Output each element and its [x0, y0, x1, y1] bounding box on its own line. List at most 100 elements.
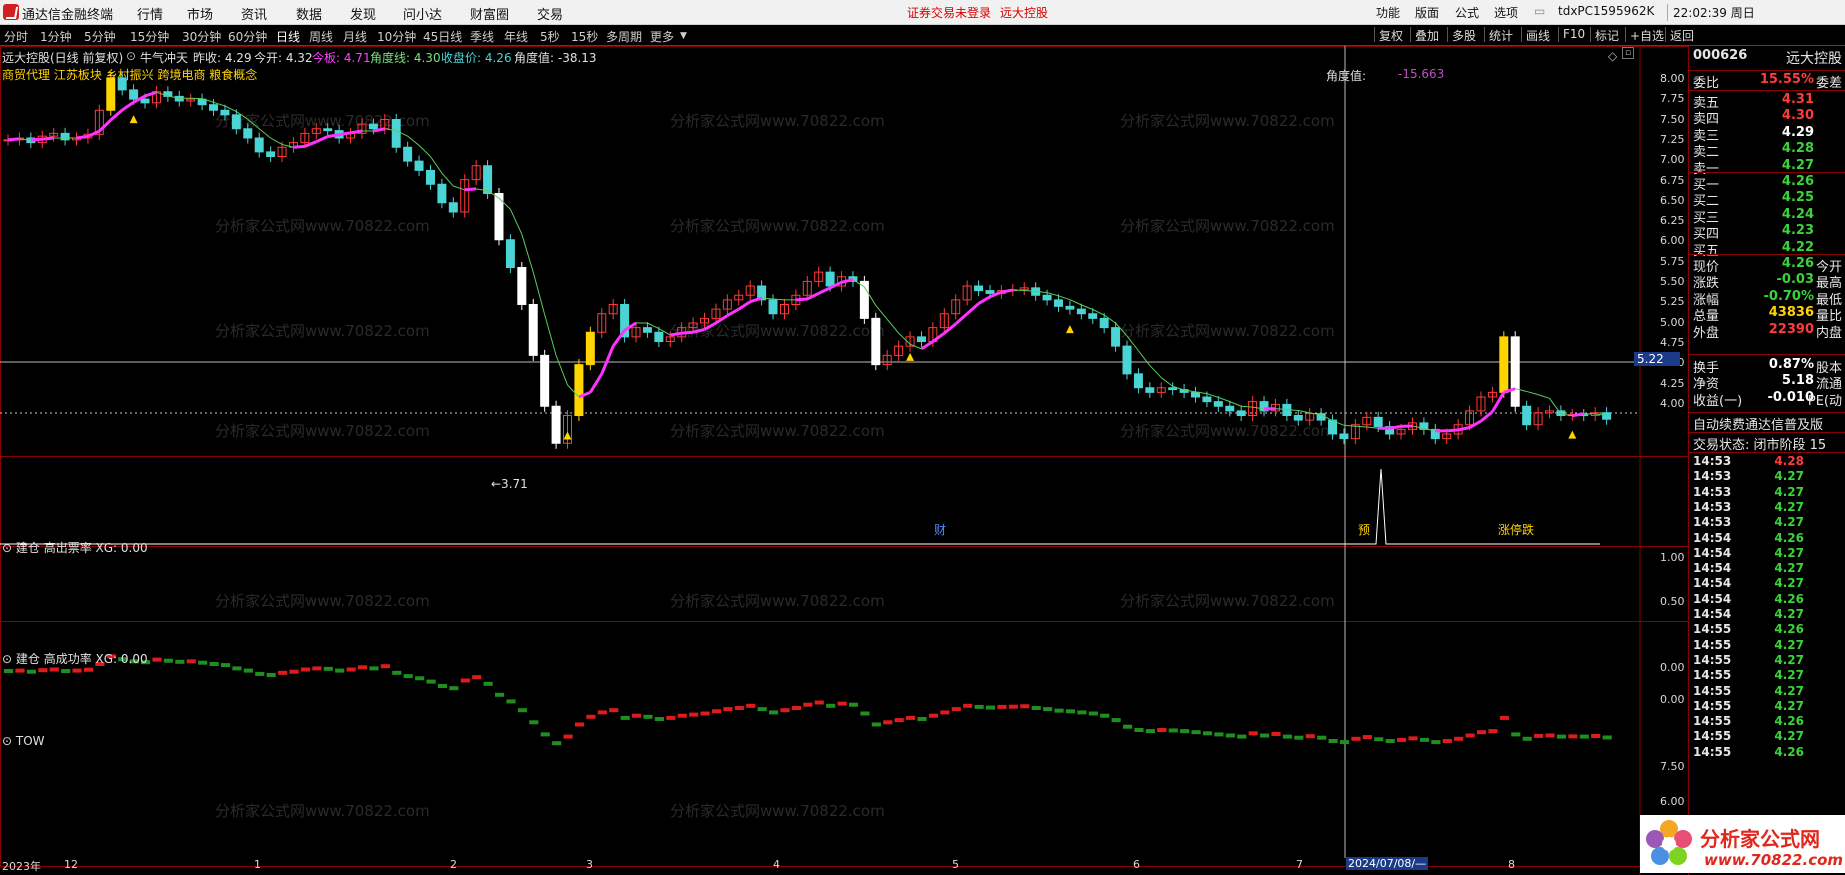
tow-bar: [1397, 737, 1407, 742]
angle-line-segment: [1491, 391, 1506, 413]
menu-faxian[interactable]: 发现: [350, 4, 376, 23]
tow-bar: [1191, 730, 1201, 735]
angle-line-segment: [1241, 405, 1253, 408]
tow-bar: [1568, 734, 1578, 739]
draw-line-button[interactable]: 画线: [1521, 27, 1550, 43]
angle-line-segment: [954, 312, 969, 326]
tow-bar: [392, 670, 402, 675]
main-y-tick: 6.25: [1660, 214, 1685, 228]
tow-bar: [278, 670, 288, 675]
tow-bar: [1374, 737, 1384, 742]
period-multi[interactable]: 多周期: [606, 28, 642, 45]
period-day[interactable]: 日线: [276, 28, 300, 45]
tick-time: 14:55: [1693, 652, 1732, 667]
period-week[interactable]: 周线: [309, 28, 333, 45]
panel4-toggle-icon[interactable]: ⊙: [2, 734, 16, 748]
angle-line-segment: [87, 129, 100, 138]
period-5min[interactable]: 5分钟: [84, 28, 116, 45]
candle-body: [517, 267, 527, 305]
f10-button[interactable]: F10: [1558, 27, 1585, 42]
fuquan-button[interactable]: 复权: [1374, 27, 1403, 43]
panel2-toggle-icon[interactable]: ⊙: [2, 541, 16, 555]
angle-line-segment: [1298, 410, 1310, 414]
tow-bar: [232, 666, 242, 671]
event-marker-cai[interactable]: 财: [934, 521, 946, 538]
period-15min[interactable]: 15分钟: [130, 28, 169, 45]
menu-banmian[interactable]: 版面: [1415, 4, 1439, 21]
more-dropdown-icon[interactable]: ▼: [680, 31, 687, 41]
back-button[interactable]: 返回: [1665, 27, 1694, 43]
menu-gongshi[interactable]: 公式: [1455, 4, 1479, 21]
login-warning[interactable]: 证券交易未登录: [907, 4, 991, 21]
kline-chart[interactable]: [0, 46, 1688, 875]
quote-stat-row: 总量 43836 量比: [1689, 305, 1845, 324]
notice-row[interactable]: 自动续费通达信普及版: [1689, 414, 1845, 433]
tick-price: 4.26: [1774, 622, 1804, 637]
menu-jiaoyi[interactable]: 交易: [537, 4, 563, 23]
tow-bar: [1043, 707, 1053, 712]
panel4-title[interactable]: ⊙ TOW: [2, 734, 45, 748]
period-more[interactable]: 更多: [650, 28, 674, 45]
tow-bar: [1511, 732, 1521, 737]
tick-time: 14:54: [1693, 561, 1732, 576]
period-season[interactable]: 季线: [470, 28, 494, 45]
tow-bar: [1317, 735, 1327, 740]
menu-shuju[interactable]: 数据: [296, 4, 322, 23]
candle-body: [266, 151, 276, 157]
tow-bar: [643, 714, 653, 719]
buy-signal-marker: [563, 431, 572, 440]
candle-body: [1202, 396, 1212, 403]
sell-level-row: 卖五 4.31: [1689, 92, 1845, 111]
period-5s[interactable]: 5秒: [540, 28, 560, 45]
tick-price: 4.27: [1774, 561, 1804, 576]
overlay-button[interactable]: 叠加: [1410, 27, 1439, 43]
candle-body: [323, 128, 333, 132]
candlestick-series: [3, 72, 1612, 449]
event-marker-yu[interactable]: 预: [1358, 521, 1370, 538]
notice-text[interactable]: 自动续费通达信普及版: [1693, 414, 1823, 433]
event-marker-zhangting[interactable]: 涨停跌: [1498, 521, 1534, 538]
candle-body: [1099, 317, 1109, 329]
candle-body: [585, 331, 595, 366]
buy-level-value: 4.23: [1781, 223, 1814, 239]
menu-zixun[interactable]: 资讯: [241, 4, 267, 23]
period-fenshi[interactable]: 分时: [4, 28, 28, 45]
tow-bar: [1442, 739, 1452, 743]
period-year[interactable]: 年线: [504, 28, 528, 45]
menu-shichang[interactable]: 市场: [187, 4, 213, 23]
period-60min[interactable]: 60分钟: [228, 28, 267, 45]
tow-bar: [300, 667, 311, 672]
tow-bar: [1579, 734, 1589, 739]
panel3-toggle-icon[interactable]: ⊙: [2, 652, 16, 666]
multi-stock-button[interactable]: 多股: [1447, 27, 1476, 43]
menu-wenxiaoda[interactable]: 问小达: [403, 4, 442, 23]
buy-level-value: 4.25: [1781, 190, 1814, 206]
angle-line-segment: [898, 332, 911, 345]
period-15s[interactable]: 15秒: [571, 28, 598, 45]
add-watchlist-button[interactable]: +自选: [1625, 27, 1664, 43]
tow-bar: [49, 667, 59, 672]
menu-gongneng[interactable]: 功能: [1376, 4, 1400, 21]
tow-bar: [563, 734, 573, 739]
tow-bar: [460, 678, 470, 683]
minimize-icon[interactable]: ▭: [1534, 4, 1545, 18]
menu-hangqing[interactable]: 行情: [137, 4, 163, 23]
angle-line-segment: [76, 134, 89, 140]
mark-button[interactable]: 标记: [1590, 27, 1619, 43]
period-45day[interactable]: 45日线: [423, 28, 462, 45]
period-10min[interactable]: 10分钟: [377, 28, 416, 45]
tow-bar: [1351, 736, 1361, 741]
candle-body: [106, 77, 116, 111]
period-1min[interactable]: 1分钟: [40, 28, 72, 45]
menu-caifuquan[interactable]: 财富圈: [470, 4, 509, 23]
menu-xuanxiang[interactable]: 选项: [1494, 4, 1518, 21]
period-30min[interactable]: 30分钟: [182, 28, 221, 45]
angle-line-segment: [611, 329, 626, 348]
stats-button[interactable]: 统计: [1484, 27, 1513, 43]
panel3-title[interactable]: ⊙ 建仓 高成功率 XG: 0.00: [2, 650, 148, 667]
panel2-title[interactable]: ⊙ 建仓 高出票率 XG: 0.00: [2, 539, 148, 556]
tow-bar: [985, 705, 996, 710]
quote-stat2-row: 净资 5.18 流通: [1689, 373, 1845, 392]
candle-body: [1133, 373, 1143, 389]
period-month[interactable]: 月线: [343, 28, 367, 45]
